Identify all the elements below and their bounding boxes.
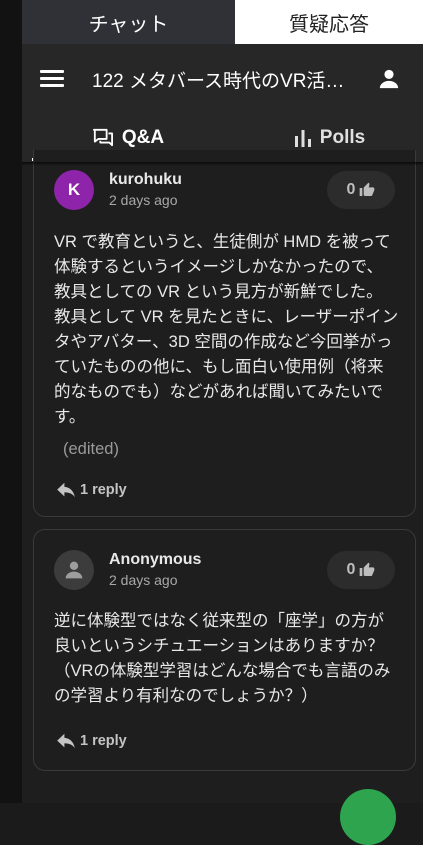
like-count: 0 bbox=[346, 561, 356, 578]
like-button[interactable]: 0 bbox=[327, 551, 395, 589]
tab-qa[interactable]: 質疑応答 bbox=[235, 0, 423, 44]
menu-icon[interactable] bbox=[40, 70, 64, 88]
person-icon bbox=[65, 561, 83, 579]
like-count: 0 bbox=[346, 181, 356, 198]
question-card: K kurohuku 2 days ago 0 VR で教育というと、生徒側が … bbox=[33, 150, 416, 517]
question-body: VR で教育というと、生徒側が HMD を被って体験するというイメージしかなかっ… bbox=[54, 233, 399, 426]
question-card: Anonymous 2 days ago 0 逆に体験型ではなく従来型の「座学」… bbox=[33, 529, 416, 771]
tab-qa-label: Q&A bbox=[121, 127, 165, 148]
edited-label: (edited) bbox=[63, 440, 119, 458]
author-name: kurohuku bbox=[109, 171, 182, 188]
subtab-shadow bbox=[22, 162, 423, 166]
person-icon[interactable] bbox=[378, 68, 400, 90]
question-body: 逆に体験型ではなく従来型の「座学」の方が良いというシチュエーションはありますか？… bbox=[54, 612, 391, 705]
thumbs-up-icon bbox=[360, 182, 375, 196]
left-strip bbox=[0, 0, 22, 803]
reply-count: 1 reply bbox=[80, 733, 127, 749]
timestamp: 2 days ago bbox=[109, 572, 178, 588]
reply-count: 1 reply bbox=[80, 482, 127, 498]
reply-icon bbox=[57, 733, 75, 749]
reply-link[interactable]: 1 reply bbox=[56, 733, 127, 749]
top-tabs: チャット 質疑応答 bbox=[22, 0, 423, 44]
tab-polls-label: Polls bbox=[319, 127, 366, 148]
reply-link[interactable]: 1 reply bbox=[56, 482, 127, 498]
header: 122 メタバース時代のVR活… bbox=[22, 44, 423, 114]
bar-chart-icon bbox=[294, 129, 312, 147]
thumbs-up-icon bbox=[360, 562, 375, 576]
avatar: K bbox=[54, 170, 94, 210]
ask-question-button[interactable] bbox=[340, 789, 396, 845]
reply-icon bbox=[57, 482, 75, 498]
chat-bubbles-icon bbox=[92, 128, 114, 148]
app: チャット 質疑応答 122 メタバース時代のVR活… Q&A Polls K k… bbox=[22, 0, 423, 845]
author-name: Anonymous bbox=[109, 551, 202, 568]
like-button[interactable]: 0 bbox=[327, 171, 395, 209]
page-title: 122 メタバース時代のVR活… bbox=[92, 71, 345, 92]
tab-chat[interactable]: チャット bbox=[22, 0, 235, 44]
avatar bbox=[54, 550, 94, 590]
timestamp: 2 days ago bbox=[109, 192, 178, 208]
